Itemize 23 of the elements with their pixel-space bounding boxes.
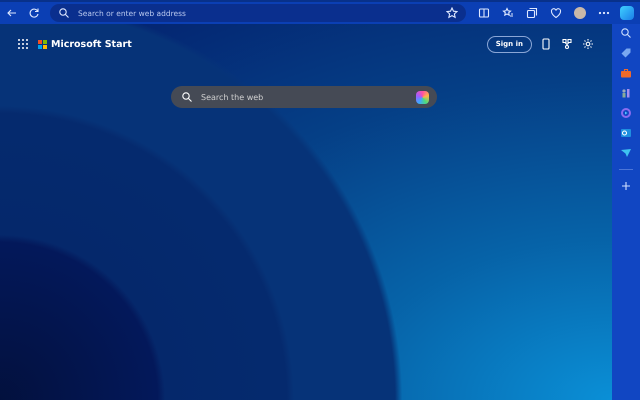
search-icon[interactable] (620, 27, 632, 39)
refresh-icon[interactable] (28, 7, 40, 19)
app-grid-icon[interactable] (17, 38, 29, 50)
plus-icon[interactable] (620, 180, 632, 192)
web-search-field[interactable]: Search the web (201, 92, 408, 102)
windows-logo-icon (38, 40, 47, 48)
star-icon[interactable] (446, 7, 458, 19)
back-arrow-icon[interactable] (6, 7, 18, 19)
paper-plane-icon[interactable] (620, 147, 632, 159)
search-icon (181, 91, 193, 103)
split-screen-icon[interactable] (478, 7, 490, 19)
search-bar[interactable]: Search the web (171, 86, 437, 108)
collections-icon[interactable] (526, 7, 538, 19)
profile-avatar[interactable] (574, 7, 586, 19)
mail-icon[interactable] (620, 127, 632, 139)
phone-icon[interactable] (540, 38, 552, 50)
tag-icon[interactable] (620, 47, 632, 59)
play-circle-icon[interactable] (620, 107, 632, 119)
settings-icon[interactable] (582, 38, 594, 50)
brand-name: Microsoft Start (51, 38, 132, 50)
briefcase-icon[interactable] (620, 67, 632, 79)
star-list-icon[interactable] (502, 7, 514, 19)
search-icon (58, 7, 70, 19)
